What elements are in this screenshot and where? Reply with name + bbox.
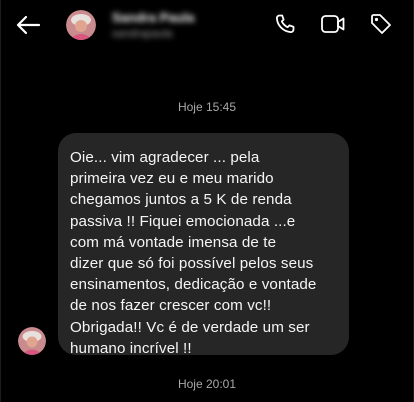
video-call-button[interactable] bbox=[318, 9, 348, 39]
back-button[interactable] bbox=[12, 9, 44, 41]
video-camera-icon bbox=[321, 15, 345, 33]
contact-name[interactable]: Sandra Paula bbox=[112, 10, 194, 25]
timestamp-top: Hoje 15:45 bbox=[177, 100, 237, 114]
tag-button[interactable] bbox=[366, 9, 396, 39]
phone-icon bbox=[276, 14, 295, 33]
call-button[interactable] bbox=[270, 9, 300, 39]
timestamp-bottom: Hoje 20:01 bbox=[177, 377, 237, 391]
message-text: Oie... vim agradecer ... pela primeira v… bbox=[70, 149, 317, 357]
contact-avatar[interactable] bbox=[66, 10, 96, 40]
contact-subtitle: sandrapaula bbox=[112, 28, 173, 40]
chat-header: Sandra Paula sandrapaula bbox=[0, 0, 414, 50]
sender-avatar[interactable] bbox=[18, 327, 46, 355]
tag-icon bbox=[371, 14, 391, 34]
back-arrow-icon bbox=[16, 15, 41, 35]
message-bubble[interactable]: Oie... vim agradecer ... pela primeira v… bbox=[58, 133, 349, 357]
